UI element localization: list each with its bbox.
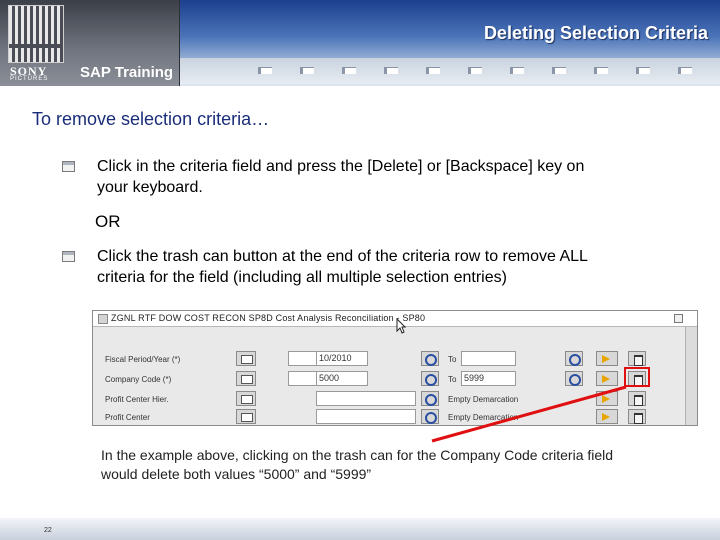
empty-demarcation-label: Empty Demarcation: [448, 413, 519, 422]
caption-line1: In the example above, clicking on the tr…: [101, 447, 614, 463]
film-frame: [342, 67, 356, 74]
to-value-field[interactable]: [461, 351, 516, 366]
multiple-selection-arrow-icon[interactable]: [596, 391, 618, 406]
caption-line2: would delete both values “5000” and “599…: [101, 466, 372, 482]
step1-line2: your keyboard.: [97, 179, 203, 196]
film-frame: [384, 67, 398, 74]
search-help-icon[interactable]: [421, 409, 439, 424]
field-label: Profit Center Hier.: [105, 395, 169, 404]
trash-highlight-box: [624, 367, 650, 387]
step2-line2: criteria for the field (including all mu…: [97, 269, 507, 286]
to-label: To: [448, 355, 457, 364]
multiple-selection-arrow-icon[interactable]: [596, 409, 618, 424]
bullet-icon: [62, 251, 75, 262]
search-help-icon[interactable]: [421, 351, 439, 366]
film-frame: [426, 67, 440, 74]
header-banner: SONY PICTURES SAP Training Deleting Sele…: [0, 0, 720, 86]
sap-selection-screen: ZGNL RTF DOW COST RECON SP8D Cost Analys…: [92, 310, 698, 426]
film-frame: [678, 67, 692, 74]
step2-line1: Click the trash can button at the end of…: [97, 248, 588, 265]
film-frame: [636, 67, 650, 74]
bullet-icon: [62, 161, 75, 172]
intro-text: To remove selection criteria…: [32, 109, 270, 129]
film-frame: [468, 67, 482, 74]
field-label: Company Code (*): [105, 375, 172, 384]
from-value-field[interactable]: 10/2010: [316, 351, 368, 366]
trash-icon[interactable]: [628, 409, 646, 424]
multiple-selection-icon[interactable]: [236, 371, 256, 386]
sap-titlebar: ZGNL RTF DOW COST RECON SP8D Cost Analys…: [93, 311, 697, 327]
trash-icon[interactable]: [628, 351, 646, 366]
film-frame: [300, 67, 314, 74]
search-help-icon[interactable]: [565, 351, 583, 366]
program-name: SAP Training: [80, 64, 174, 81]
step1-line1: Click in the criteria field and press th…: [97, 158, 585, 175]
multiple-selection-icon[interactable]: [236, 351, 256, 366]
search-help-icon[interactable]: [421, 371, 439, 386]
footer-bar: 22: [0, 518, 720, 540]
sony-pictures-logo: [8, 5, 64, 63]
sap-window-icon: [98, 314, 108, 324]
filmstrip-decoration: [180, 58, 720, 84]
search-help-icon[interactable]: [565, 371, 583, 386]
film-frame: [258, 67, 272, 74]
option-field[interactable]: [288, 351, 318, 366]
sap-title: ZGNL RTF DOW COST RECON SP8D Cost Analys…: [111, 313, 426, 323]
page-number: 22: [44, 527, 52, 534]
from-value-field[interactable]: [316, 409, 416, 424]
sap-close-icon[interactable]: [674, 314, 683, 323]
trash-icon[interactable]: [628, 391, 646, 406]
option-field[interactable]: [288, 371, 318, 386]
logo-block: SONY PICTURES SAP Training: [0, 0, 180, 86]
field-label: Fiscal Period/Year (*): [105, 355, 181, 364]
film-frame: [594, 67, 608, 74]
sap-scrollbar[interactable]: [685, 327, 697, 425]
to-value-field[interactable]: 5999: [461, 371, 516, 386]
multiple-selection-arrow-icon[interactable]: [596, 371, 618, 386]
mouse-pointer-icon: [396, 318, 406, 334]
film-frame: [510, 67, 524, 74]
multiple-selection-icon[interactable]: [236, 409, 256, 424]
multiple-selection-icon[interactable]: [236, 391, 256, 406]
slide-title: Deleting Selection Criteria: [483, 23, 708, 43]
empty-demarcation-label: Empty Demarcation: [448, 395, 519, 404]
field-label: Profit Center: [105, 413, 150, 422]
film-frame: [552, 67, 566, 74]
search-help-icon[interactable]: [421, 391, 439, 406]
logo-sub: PICTURES: [10, 76, 49, 82]
multiple-selection-arrow-icon[interactable]: [596, 351, 618, 366]
to-label: To: [448, 375, 457, 384]
or-separator: OR: [95, 212, 121, 231]
from-value-field[interactable]: [316, 391, 416, 406]
from-value-field[interactable]: 5000: [316, 371, 368, 386]
